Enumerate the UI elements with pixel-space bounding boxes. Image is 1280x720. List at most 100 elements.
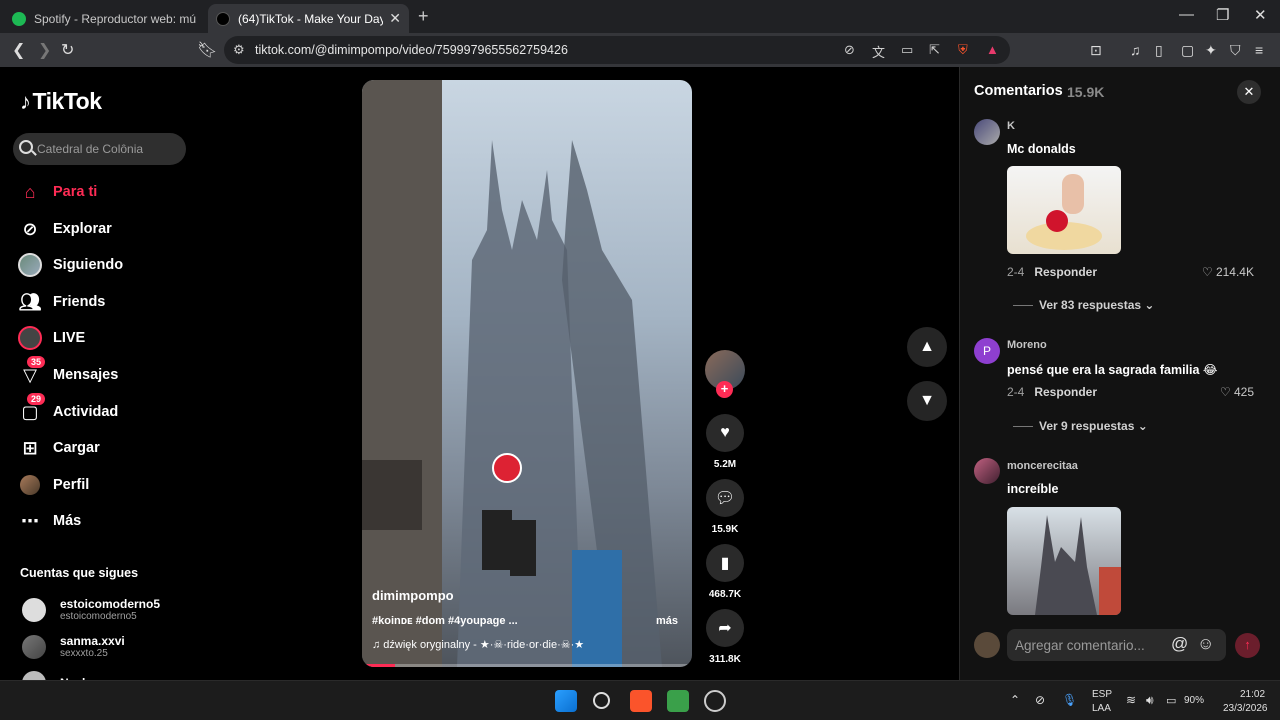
view-replies-button[interactable]: Ver 9 respuestas ⌄ — [1013, 419, 1148, 433]
search-input[interactable] — [37, 139, 182, 159]
bookmark-icon[interactable]: 🔖︎ — [197, 40, 217, 60]
share-icon[interactable]: ➦ — [706, 609, 744, 647]
app-icon[interactable] — [704, 690, 726, 712]
nav-mas[interactable]: ⋯ Más — [18, 508, 81, 534]
cast-icon[interactable]: ▭ — [901, 42, 913, 58]
mention-icon[interactable]: @ — [1171, 634, 1188, 654]
follow-button[interactable]: + — [716, 381, 733, 398]
nav-explorar[interactable]: ⊘ Explorar — [18, 216, 111, 242]
menu-icon[interactable]: ≡ — [1255, 42, 1263, 58]
site-info-icon[interactable]: ⚙ — [233, 42, 245, 58]
network-off-icon[interactable]: ⊘ — [1035, 693, 1045, 707]
comment-input[interactable] — [1015, 635, 1165, 655]
previous-video-button[interactable]: ▲ — [907, 327, 947, 367]
nav-live[interactable]: LIVE — [18, 325, 85, 351]
avatar[interactable] — [974, 119, 1000, 145]
tab-tiktok[interactable]: (64)TikTok - Make Your Day ✕ — [208, 4, 409, 33]
video-progress-bar[interactable] — [362, 664, 692, 667]
compass-icon: ⊘ — [22, 218, 38, 239]
close-tab-icon[interactable]: ✕ — [389, 10, 401, 27]
sidebar-search-icon[interactable]: ⊡ — [1090, 42, 1102, 59]
leo-ai-icon[interactable]: ✦ — [1205, 42, 1217, 59]
avatar[interactable]: P — [974, 338, 1000, 364]
tracking-icon[interactable]: ⊘ — [844, 42, 855, 58]
video-author[interactable]: dimimpompo — [372, 588, 454, 603]
nav-siguiendo[interactable]: Siguiendo — [18, 252, 123, 278]
close-comments-button[interactable]: ✕ — [1237, 80, 1261, 104]
nav-mensajes[interactable]: ▽ 35 Mensajes — [18, 356, 118, 388]
bookmark-icon[interactable]: ▮ — [706, 544, 744, 582]
brave-browser-icon[interactable] — [630, 690, 652, 712]
share-action[interactable]: ➦ 311.8K — [705, 609, 745, 665]
like-action[interactable]: ♥ 5.2M — [705, 414, 745, 470]
close-window-button[interactable]: ✕ — [1254, 6, 1267, 24]
comment-icon[interactable]: 💬︎ — [706, 479, 744, 517]
heart-icon[interactable]: ♥ — [706, 414, 744, 452]
following-section-title: Cuentas que sigues — [20, 566, 139, 580]
url-text[interactable]: tiktok.com/@dimimpompo/video/75999796555… — [255, 43, 568, 57]
brave-shield-icon[interactable]: ⛨ — [958, 42, 968, 58]
minecraft-icon[interactable] — [667, 690, 689, 712]
emoji-icon[interactable]: ☺ — [1197, 634, 1214, 654]
reply-button[interactable]: Responder — [1034, 265, 1097, 279]
vpn-icon[interactable]: ⛉ — [1230, 42, 1241, 59]
sidebar-toggle-icon[interactable]: ▯ — [1155, 42, 1163, 59]
video-player[interactable]: dimimpompo #koinᴅᴇ #dom #4youpage ... má… — [362, 80, 692, 667]
music-icon[interactable]: ♫ — [1130, 42, 1141, 58]
comment-user[interactable]: moncerecitaa — [1007, 460, 1078, 472]
maximize-button[interactable]: ❐ — [1216, 6, 1229, 24]
clock-date[interactable]: 23/3/2026 — [1223, 703, 1268, 714]
comments-count: 15.9K — [1067, 84, 1105, 100]
show-hidden-icons[interactable]: ⌃ — [1010, 693, 1020, 707]
minimize-button[interactable]: — — [1179, 6, 1194, 23]
tiktok-logo[interactable]: ♪TikTok — [20, 88, 102, 115]
comment-action[interactable]: 💬︎ 15.9K — [705, 479, 745, 535]
comment-user[interactable]: K — [1007, 120, 1015, 132]
search-box[interactable] — [13, 133, 186, 165]
chevron-up-icon: ▲ — [919, 338, 935, 355]
clock-time[interactable]: 21:02 — [1240, 689, 1265, 700]
nav-actividad[interactable]: ▢ 29 Actividad — [18, 393, 118, 425]
reply-button[interactable]: Responder — [1034, 385, 1097, 399]
volume-icon[interactable]: 🔊︎ — [1146, 693, 1154, 708]
send-comment-button[interactable]: ↑ — [1235, 633, 1260, 658]
brave-rewards-icon[interactable]: ▲ — [986, 42, 999, 57]
video-music[interactable]: ♫ dźwięk oryginalny - ★·☠·ride·or·die·☠·… — [372, 638, 584, 651]
language-layout[interactable]: LAA — [1092, 703, 1111, 714]
nav-cargar[interactable]: ⊞ Cargar — [18, 435, 99, 461]
translate-icon[interactable]: 文 — [872, 42, 885, 61]
caption-more-link[interactable]: más — [656, 615, 678, 627]
following-item[interactable]: sanma.xxvi sexxxto.25 — [22, 634, 125, 659]
comment-image[interactable] — [1007, 166, 1121, 254]
video-hashtags[interactable]: #koinᴅᴇ #dom #4youpage ... — [372, 615, 518, 627]
nav-perfil[interactable]: Perfil — [18, 472, 89, 498]
following-item[interactable]: estoicomoderno5 estoicomoderno5 — [22, 597, 160, 622]
save-action[interactable]: ▮ 468.7K — [705, 544, 745, 600]
language-indicator[interactable]: ESP — [1092, 689, 1112, 700]
nav-para-ti[interactable]: ⌂ Para ti — [18, 179, 98, 205]
new-tab-button[interactable]: + — [418, 6, 429, 27]
microphone-icon[interactable]: 🎙︎ — [1062, 693, 1077, 707]
comment-image[interactable] — [1007, 507, 1121, 615]
share-icon[interactable]: ⇱ — [929, 42, 940, 58]
more-icon: ⋯ — [21, 510, 39, 531]
wifi-icon[interactable]: ≋ — [1126, 693, 1136, 707]
avatar[interactable] — [974, 458, 1000, 484]
view-replies-button[interactable]: Ver 83 respuestas ⌄ — [1013, 298, 1154, 312]
wallet-icon[interactable]: ▢ — [1181, 42, 1194, 59]
comment-user[interactable]: Moreno — [1007, 339, 1047, 351]
comment-like[interactable]: ♡ 214.4K — [1202, 265, 1254, 279]
search-icon[interactable] — [593, 692, 610, 709]
forward-button[interactable]: ❯ — [38, 40, 51, 60]
comment-like[interactable]: ♡ 425 — [1220, 385, 1254, 399]
reload-button[interactable]: ↻ — [61, 40, 74, 60]
battery-icon[interactable]: ▭ — [1166, 694, 1176, 707]
nav-friends[interactable]: 👥︎ Friends — [18, 289, 106, 315]
address-bar[interactable]: ⚙ tiktok.com/@dimimpompo/video/759997965… — [224, 36, 1010, 64]
tab-title: (64)TikTok - Make Your Day — [238, 11, 384, 26]
next-video-button[interactable]: ▼ — [907, 381, 947, 421]
back-button[interactable]: ❮ — [12, 40, 25, 60]
tab-spotify[interactable]: Spotify - Reproductor web: música p — [4, 4, 204, 33]
comment-input-box[interactable]: @ ☺ — [1007, 629, 1226, 661]
windows-start-icon[interactable] — [555, 690, 577, 712]
